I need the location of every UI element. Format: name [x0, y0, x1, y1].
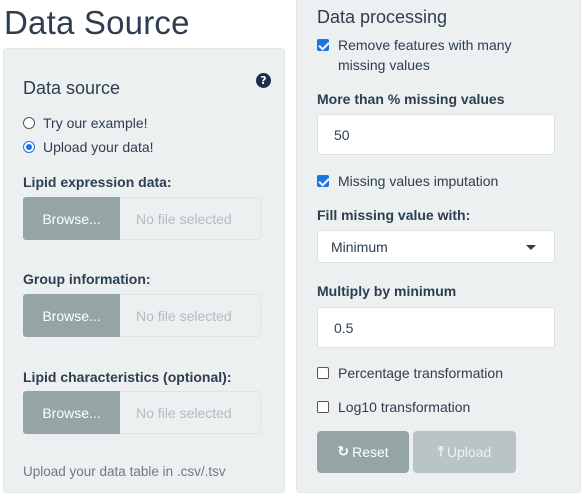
radio-label: Try our example!: [43, 115, 148, 131]
lipid-characteristics-label: Lipid characteristics (optional):: [23, 369, 232, 385]
checkbox[interactable]: [317, 175, 329, 187]
log10-transform-checkbox-row[interactable]: Log10 transformation: [317, 397, 470, 417]
browse-button[interactable]: Browse...: [23, 197, 120, 240]
upload-button[interactable]: ⤒ Upload: [413, 431, 516, 473]
radio-button[interactable]: [23, 117, 35, 129]
checkbox-label: Missing values imputation: [338, 173, 499, 189]
fill-with-label: Fill missing value with:: [317, 207, 471, 223]
file-name-display[interactable]: No file selected: [120, 391, 261, 434]
page-title: Data Source: [4, 4, 190, 41]
group-information-label: Group information:: [23, 271, 151, 287]
lipid-expression-label: Lipid expression data:: [23, 174, 172, 190]
checkbox[interactable]: [317, 401, 329, 413]
caret-down-icon: [526, 245, 536, 250]
browse-button[interactable]: Browse...: [23, 391, 120, 434]
upload-icon: ⤒: [437, 444, 444, 460]
radio-try-example[interactable]: Try our example!: [23, 115, 148, 131]
multiply-label: Multiply by minimum: [317, 283, 457, 299]
missing-pct-input[interactable]: 50: [317, 114, 555, 155]
percentage-transform-checkbox-row[interactable]: Percentage transformation: [317, 363, 503, 383]
browse-button[interactable]: Browse...: [23, 294, 120, 337]
lipid-expression-file-input[interactable]: Browse... No file selected: [23, 197, 261, 240]
missing-pct-label: More than % missing values: [317, 91, 505, 107]
data-source-panel: Data source ? Try our example! Upload yo…: [3, 48, 285, 493]
refresh-icon: ↻: [337, 444, 350, 460]
radio-label: Upload your data!: [43, 139, 154, 155]
checkbox[interactable]: [317, 367, 329, 379]
question-circle-icon[interactable]: ?: [256, 73, 271, 88]
checkbox[interactable]: [317, 39, 329, 51]
reset-button[interactable]: ↻ Reset: [317, 431, 409, 473]
remove-missing-checkbox-row[interactable]: Remove features with many missing values: [317, 35, 547, 75]
reset-button-label: Reset: [352, 444, 389, 460]
upload-help-text: Upload your data table in .csv/.tsv: [23, 464, 226, 479]
file-name-display[interactable]: No file selected: [120, 197, 261, 240]
radio-upload-data[interactable]: Upload your data!: [23, 139, 154, 155]
checkbox-label: Log10 transformation: [338, 399, 471, 415]
multiply-input[interactable]: 0.5: [317, 307, 555, 348]
imputation-checkbox-row[interactable]: Missing values imputation: [317, 171, 498, 191]
data-source-title: Data source: [23, 78, 121, 98]
fill-with-select[interactable]: Minimum: [317, 230, 555, 263]
upload-button-label: Upload: [446, 444, 492, 460]
checkbox-label: Percentage transformation: [338, 365, 503, 381]
file-name-display[interactable]: No file selected: [120, 294, 261, 337]
checkbox-label: Remove features with many missing values: [338, 37, 512, 73]
group-information-file-input[interactable]: Browse... No file selected: [23, 294, 261, 337]
data-processing-title: Data processing: [317, 7, 448, 27]
lipid-characteristics-file-input[interactable]: Browse... No file selected: [23, 391, 261, 434]
select-value: Minimum: [331, 238, 388, 255]
radio-button[interactable]: [23, 141, 35, 153]
data-processing-panel: Data processing Remove features with man…: [296, 0, 581, 493]
